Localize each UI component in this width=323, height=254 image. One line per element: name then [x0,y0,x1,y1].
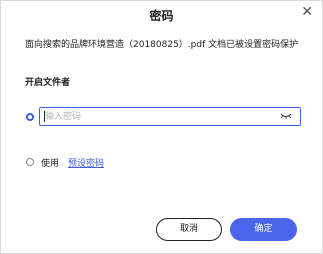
cancel-button[interactable]: 取消 [156,218,222,241]
preset-password-link[interactable]: 预设密码 [68,156,104,169]
password-input[interactable] [45,110,270,123]
password-radio[interactable] [26,113,34,121]
dialog-title: 密码 [149,9,174,23]
section-label: 开启文件者 [25,78,71,88]
eye-closed-icon[interactable] [280,112,292,121]
protection-message: 面向搜索的品牌环境营造（20180825）.pdf 文档已被设置密码保护 [25,40,299,50]
password-field[interactable] [39,107,301,126]
preset-radio[interactable] [26,158,34,166]
ok-button[interactable]: 确定 [230,218,297,241]
password-dialog: 密码 ✕ 面向搜索的品牌环境营造（20180825）.pdf 文档已被设置密码保… [0,0,323,254]
use-label: 使用 [41,159,60,169]
close-icon[interactable]: ✕ [301,5,313,19]
